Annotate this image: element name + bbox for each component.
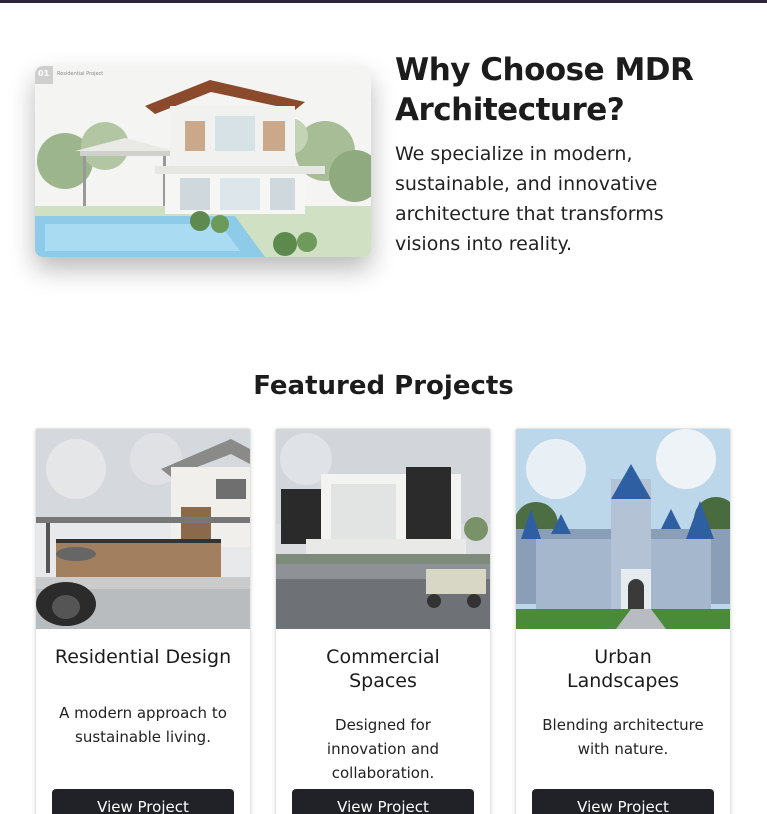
why-choose-title: Why Choose MDR Architecture? [395,52,694,128]
card-title: Urban Landscapes [567,646,679,692]
featured-projects-title: Featured Projects [253,371,514,401]
why-choose-description: We specialize in modern, sustainable, an… [395,143,664,255]
project-card-commercial: Commercial Spaces Designed for innovatio… [275,428,491,814]
urban-landscapes-image [516,429,730,629]
project-card-residential: Residential Design A modern approach to … [35,428,251,814]
card-description: Designed for innovation and collaboratio… [326,716,440,782]
view-project-button[interactable]: View Project [52,789,234,814]
commercial-spaces-image [276,429,490,629]
card-description: Blending architecture with nature. [542,716,704,758]
card-title: Residential Design [54,646,232,668]
image-tag-number: 01 [38,69,50,78]
image-tag-label: Residential Project [57,71,104,77]
card-title: Commercial Spaces [326,646,440,692]
top-bar [0,0,767,3]
residential-design-image [36,429,250,629]
project-card-urban: Urban Landscapes Blending architecture w… [515,428,731,814]
view-project-button[interactable]: View Project [532,789,714,814]
residential-project-image: 01 Residential Project [35,66,371,257]
view-project-button[interactable]: View Project [292,789,474,814]
card-description: A modern approach to sustainable living. [59,704,227,746]
